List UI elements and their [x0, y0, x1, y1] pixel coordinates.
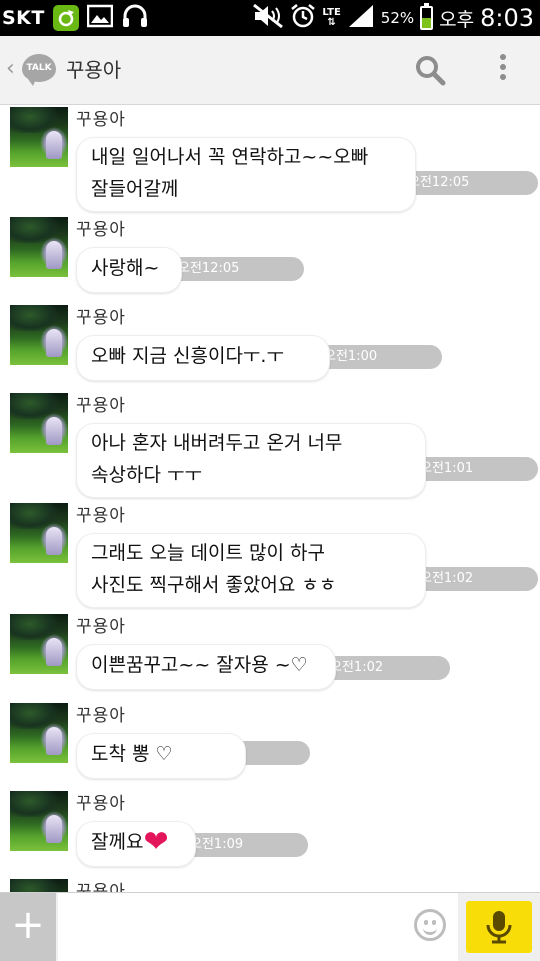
sender-avatar[interactable]: [10, 393, 68, 453]
message-bubble[interactable]: 내일 일어나서 꼭 연락하고~~오빠 잘들어갈께: [76, 137, 416, 212]
message-timestamp: 오전1:01: [412, 457, 538, 481]
message-text: 잘께요: [91, 831, 144, 853]
microphone-icon[interactable]: [466, 901, 532, 953]
message-bubble[interactable]: 아나 혼자 내버려두고 온거 너무 속상하다 ㅜㅜ: [76, 423, 426, 498]
message-timestamp: 오전1:09: [182, 833, 308, 857]
search-icon[interactable]: [414, 54, 446, 90]
message-timestamp: 오전1:00: [316, 345, 442, 369]
message-text: 그래도 오늘 데이트 많이 하구 사진도 찍구해서 좋았어요 ㅎㅎ: [91, 542, 337, 596]
lte-indicator: LTE ⇅: [322, 7, 341, 28]
battery-icon: [420, 3, 434, 30]
sender-avatar[interactable]: [10, 107, 68, 167]
chat-title: 꾸용아: [66, 58, 122, 82]
message-text: 도착 뽕 ♡: [91, 743, 173, 765]
lte-label: LTE: [322, 7, 341, 18]
message-timestamp: 오전1:02: [322, 656, 450, 680]
chat-header: ‹ TALK 꾸용아: [0, 36, 540, 105]
battery-fill: [422, 17, 432, 28]
status-bar: SKT LTE ⇅ 52% 오후 8:03: [0, 0, 540, 36]
sender-avatar[interactable]: [10, 305, 68, 365]
message-bubble[interactable]: 도착 뽕 ♡: [76, 733, 246, 779]
sender-avatar[interactable]: [10, 217, 68, 277]
message-timestamp: 오전1:02: [412, 567, 538, 591]
sender-name: 꾸용아: [76, 706, 126, 726]
back-chevron-icon[interactable]: ‹: [6, 56, 15, 81]
sender-name: 꾸용아: [76, 308, 126, 328]
sender-name: 꾸용아: [76, 882, 126, 892]
sender-name: 꾸용아: [76, 794, 126, 814]
sender-name: 꾸용아: [76, 110, 126, 130]
sender-avatar[interactable]: [10, 791, 68, 851]
carrier-label: SKT: [2, 7, 45, 29]
talk-logo[interactable]: TALK: [22, 54, 56, 86]
mute-icon: [252, 3, 284, 33]
message-bubble[interactable]: 사랑해~: [76, 247, 182, 293]
message-input-bar: +: [0, 892, 540, 961]
sender-avatar[interactable]: [10, 703, 68, 763]
message-timestamp: 오전12:05: [400, 171, 538, 195]
chat-message-list[interactable]: 꾸용아 오전12:05 내일 일어나서 꼭 연락하고~~오빠 잘들어갈께 꾸용아 오전1…: [0, 105, 540, 892]
message-bubble[interactable]: 오빠 지금 신흥이다ㅜ.ㅜ: [76, 335, 330, 381]
plus-icon[interactable]: +: [0, 893, 56, 961]
message-text: 아나 혼자 내버려두고 온거 너무 속상하다 ㅜㅜ: [91, 432, 343, 486]
headphones-icon: [121, 3, 149, 33]
sender-name: 꾸용아: [76, 220, 126, 240]
message-text: 오빠 지금 신흥이다ㅜ.ㅜ: [91, 345, 284, 367]
battery-percent: 52%: [380, 9, 415, 27]
sender-name: 꾸용아: [76, 617, 126, 637]
message-input[interactable]: [58, 893, 458, 961]
clock-ampm: 오후: [439, 8, 475, 31]
sender-name: 꾸용아: [76, 396, 126, 416]
message-text: 이쁜꿈꾸고~~ 잘자용 ~♡: [91, 654, 308, 676]
sender-avatar[interactable]: [10, 503, 68, 563]
message-bubble[interactable]: 잘께요❤: [76, 821, 196, 867]
sender-avatar[interactable]: [10, 614, 68, 674]
sender-avatar[interactable]: [10, 879, 68, 892]
alarm-icon: [290, 3, 316, 33]
message-text: 내일 일어나서 꼭 연락하고~~오빠 잘들어갈께: [91, 146, 369, 200]
message-timestamp: 오전12:05: [170, 257, 304, 281]
menu-dots-icon[interactable]: [498, 54, 508, 84]
clock-time: 8:03: [480, 4, 534, 32]
sender-name: 꾸용아: [76, 506, 126, 526]
message-bubble[interactable]: 그래도 오늘 데이트 많이 하구 사진도 찍구해서 좋았어요 ㅎㅎ: [76, 533, 426, 608]
talk-logo-label: TALK: [26, 63, 52, 73]
emoticon-icon[interactable]: [414, 909, 446, 941]
recycle-icon: [52, 5, 79, 31]
signal-icon: [347, 3, 375, 33]
message-text: 사랑해~: [91, 257, 160, 279]
heart-emoticon-icon: ❤: [143, 824, 169, 860]
message-bubble[interactable]: 이쁜꿈꾸고~~ 잘자용 ~♡: [76, 644, 336, 690]
image-icon: [86, 4, 114, 32]
